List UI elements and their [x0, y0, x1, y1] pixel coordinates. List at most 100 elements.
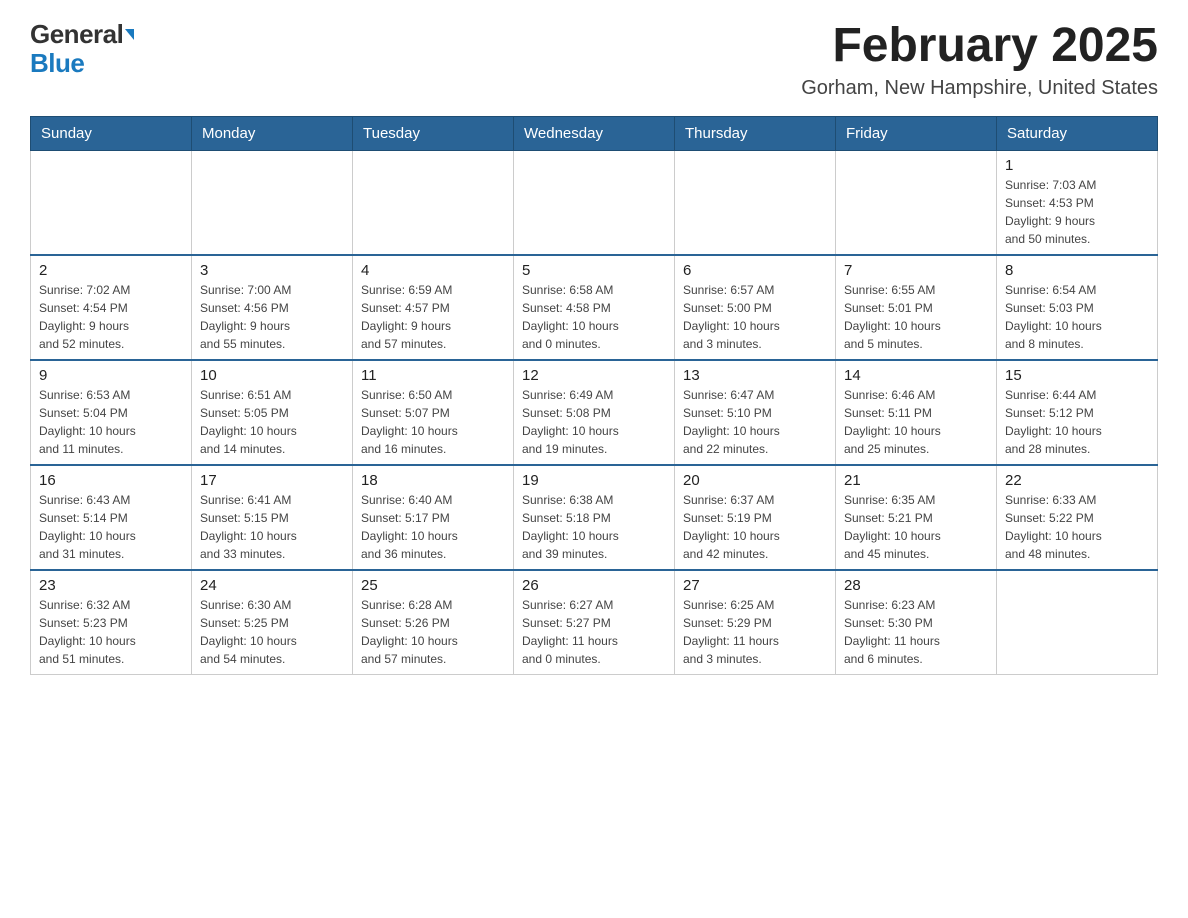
col-saturday: Saturday [997, 116, 1158, 150]
day-number: 14 [844, 367, 988, 384]
col-sunday: Sunday [31, 116, 192, 150]
calendar-day-cell: 28 Sunrise: 6:23 AMSunset: 5:30 PMDayligh… [836, 570, 997, 675]
day-info: Sunrise: 6:33 AMSunset: 5:22 PMDaylight:… [1005, 491, 1149, 563]
calendar-day-cell: 1 Sunrise: 7:03 AMSunset: 4:53 PMDaylight… [997, 150, 1158, 255]
month-title: February 2025 [801, 20, 1158, 73]
day-number: 10 [200, 367, 344, 384]
calendar-day-cell: 4Sunrise: 6:59 AMSunset: 4:57 PMDaylight… [353, 255, 514, 360]
day-info: Sunrise: 6:32 AMSunset: 5:23 PMDaylight:… [39, 596, 183, 668]
calendar-day-cell: 16 Sunrise: 6:43 AMSunset: 5:14 PMDayligh… [31, 465, 192, 570]
day-number: 28 [844, 577, 988, 594]
day-info: Sunrise: 7:03 AMSunset: 4:53 PMDaylight:… [1005, 176, 1149, 248]
day-number: 23 [39, 577, 183, 594]
day-number: 8 [1005, 262, 1149, 279]
calendar-day-cell: 25Sunrise: 6:28 AMSunset: 5:26 PMDayligh… [353, 570, 514, 675]
calendar-day-cell: 19 Sunrise: 6:38 AMSunset: 5:18 PMDayligh… [514, 465, 675, 570]
calendar-day-cell [836, 150, 997, 255]
day-info: Sunrise: 6:57 AMSunset: 5:00 PMDaylight:… [683, 281, 827, 353]
calendar-day-cell [31, 150, 192, 255]
day-number: 15 [1005, 367, 1149, 384]
day-info: Sunrise: 6:55 AMSunset: 5:01 PMDaylight:… [844, 281, 988, 353]
day-info: Sunrise: 6:41 AMSunset: 5:15 PMDaylight:… [200, 491, 344, 563]
calendar-day-cell: 6 Sunrise: 6:57 AMSunset: 5:00 PMDaylight… [675, 255, 836, 360]
location: Gorham, New Hampshire, United States [801, 77, 1158, 100]
day-info: Sunrise: 6:40 AMSunset: 5:17 PMDaylight:… [361, 491, 505, 563]
calendar-day-cell: 3 Sunrise: 7:00 AMSunset: 4:56 PMDaylight… [192, 255, 353, 360]
day-number: 18 [361, 472, 505, 489]
col-thursday: Thursday [675, 116, 836, 150]
calendar-day-cell: 14 Sunrise: 6:46 AMSunset: 5:11 PMDayligh… [836, 360, 997, 465]
day-info: Sunrise: 6:35 AMSunset: 5:21 PMDaylight:… [844, 491, 988, 563]
day-number: 1 [1005, 157, 1149, 174]
day-number: 19 [522, 472, 666, 489]
day-info: Sunrise: 6:49 AMSunset: 5:08 PMDaylight:… [522, 386, 666, 458]
day-info: Sunrise: 6:50 AMSunset: 5:07 PMDaylight:… [361, 386, 505, 458]
day-info: Sunrise: 6:46 AMSunset: 5:11 PMDaylight:… [844, 386, 988, 458]
calendar-day-cell: 21 Sunrise: 6:35 AMSunset: 5:21 PMDayligh… [836, 465, 997, 570]
col-monday: Monday [192, 116, 353, 150]
day-info: Sunrise: 6:38 AMSunset: 5:18 PMDaylight:… [522, 491, 666, 563]
day-number: 25 [361, 577, 505, 594]
calendar-week-row: 2 Sunrise: 7:02 AMSunset: 4:54 PMDaylight… [31, 255, 1158, 360]
day-info: Sunrise: 6:58 AMSunset: 4:58 PMDaylight:… [522, 281, 666, 353]
day-number: 11 [361, 367, 505, 384]
calendar-day-cell: 23 Sunrise: 6:32 AMSunset: 5:23 PMDayligh… [31, 570, 192, 675]
day-info: Sunrise: 6:53 AMSunset: 5:04 PMDaylight:… [39, 386, 183, 458]
day-info: Sunrise: 6:23 AMSunset: 5:30 PMDaylight:… [844, 596, 988, 668]
calendar-day-cell [353, 150, 514, 255]
day-number: 24 [200, 577, 344, 594]
day-number: 3 [200, 262, 344, 279]
calendar-day-cell: 17 Sunrise: 6:41 AMSunset: 5:15 PMDayligh… [192, 465, 353, 570]
title-section: February 2025 Gorham, New Hampshire, Uni… [801, 20, 1158, 100]
calendar-day-cell: 5 Sunrise: 6:58 AMSunset: 4:58 PMDaylight… [514, 255, 675, 360]
day-info: Sunrise: 6:47 AMSunset: 5:10 PMDaylight:… [683, 386, 827, 458]
day-number: 6 [683, 262, 827, 279]
logo-general: General [30, 20, 134, 49]
day-number: 16 [39, 472, 183, 489]
day-number: 2 [39, 262, 183, 279]
day-number: 17 [200, 472, 344, 489]
day-number: 13 [683, 367, 827, 384]
calendar-header-row: Sunday Monday Tuesday Wednesday Thursday… [31, 116, 1158, 150]
col-tuesday: Tuesday [353, 116, 514, 150]
day-info: Sunrise: 6:54 AMSunset: 5:03 PMDaylight:… [1005, 281, 1149, 353]
day-info: Sunrise: 7:02 AMSunset: 4:54 PMDaylight:… [39, 281, 183, 353]
calendar-day-cell: 10 Sunrise: 6:51 AMSunset: 5:05 PMDayligh… [192, 360, 353, 465]
calendar-week-row: 9Sunrise: 6:53 AMSunset: 5:04 PMDaylight… [31, 360, 1158, 465]
day-number: 5 [522, 262, 666, 279]
calendar-day-cell: 15 Sunrise: 6:44 AMSunset: 5:12 PMDayligh… [997, 360, 1158, 465]
logo: General Blue [30, 20, 134, 77]
calendar-week-row: 1 Sunrise: 7:03 AMSunset: 4:53 PMDaylight… [31, 150, 1158, 255]
calendar-day-cell: 2 Sunrise: 7:02 AMSunset: 4:54 PMDaylight… [31, 255, 192, 360]
calendar-day-cell: 22 Sunrise: 6:33 AMSunset: 5:22 PMDayligh… [997, 465, 1158, 570]
day-number: 21 [844, 472, 988, 489]
calendar-day-cell: 9Sunrise: 6:53 AMSunset: 5:04 PMDaylight… [31, 360, 192, 465]
day-info: Sunrise: 6:30 AMSunset: 5:25 PMDaylight:… [200, 596, 344, 668]
calendar-day-cell: 8 Sunrise: 6:54 AMSunset: 5:03 PMDaylight… [997, 255, 1158, 360]
day-number: 12 [522, 367, 666, 384]
logo-blue: Blue [30, 49, 134, 78]
calendar-day-cell [514, 150, 675, 255]
day-number: 4 [361, 262, 505, 279]
calendar-day-cell: 11 Sunrise: 6:50 AMSunset: 5:07 PMDayligh… [353, 360, 514, 465]
day-info: Sunrise: 6:44 AMSunset: 5:12 PMDaylight:… [1005, 386, 1149, 458]
calendar-table: Sunday Monday Tuesday Wednesday Thursday… [30, 116, 1158, 675]
day-number: 22 [1005, 472, 1149, 489]
calendar-day-cell [997, 570, 1158, 675]
day-info: Sunrise: 6:37 AMSunset: 5:19 PMDaylight:… [683, 491, 827, 563]
calendar-day-cell: 24 Sunrise: 6:30 AMSunset: 5:25 PMDayligh… [192, 570, 353, 675]
calendar-week-row: 23 Sunrise: 6:32 AMSunset: 5:23 PMDayligh… [31, 570, 1158, 675]
day-info: Sunrise: 6:27 AMSunset: 5:27 PMDaylight:… [522, 596, 666, 668]
day-number: 7 [844, 262, 988, 279]
page-header: General Blue February 2025 Gorham, New H… [30, 20, 1158, 100]
day-info: Sunrise: 6:51 AMSunset: 5:05 PMDaylight:… [200, 386, 344, 458]
calendar-day-cell: 18 Sunrise: 6:40 AMSunset: 5:17 PMDayligh… [353, 465, 514, 570]
day-number: 26 [522, 577, 666, 594]
calendar-day-cell: 13 Sunrise: 6:47 AMSunset: 5:10 PMDayligh… [675, 360, 836, 465]
day-info: Sunrise: 6:43 AMSunset: 5:14 PMDaylight:… [39, 491, 183, 563]
calendar-day-cell: 7 Sunrise: 6:55 AMSunset: 5:01 PMDaylight… [836, 255, 997, 360]
day-info: Sunrise: 7:00 AMSunset: 4:56 PMDaylight:… [200, 281, 344, 353]
calendar-day-cell: 12 Sunrise: 6:49 AMSunset: 5:08 PMDayligh… [514, 360, 675, 465]
day-info: Sunrise: 6:25 AMSunset: 5:29 PMDaylight:… [683, 596, 827, 668]
calendar-day-cell [675, 150, 836, 255]
